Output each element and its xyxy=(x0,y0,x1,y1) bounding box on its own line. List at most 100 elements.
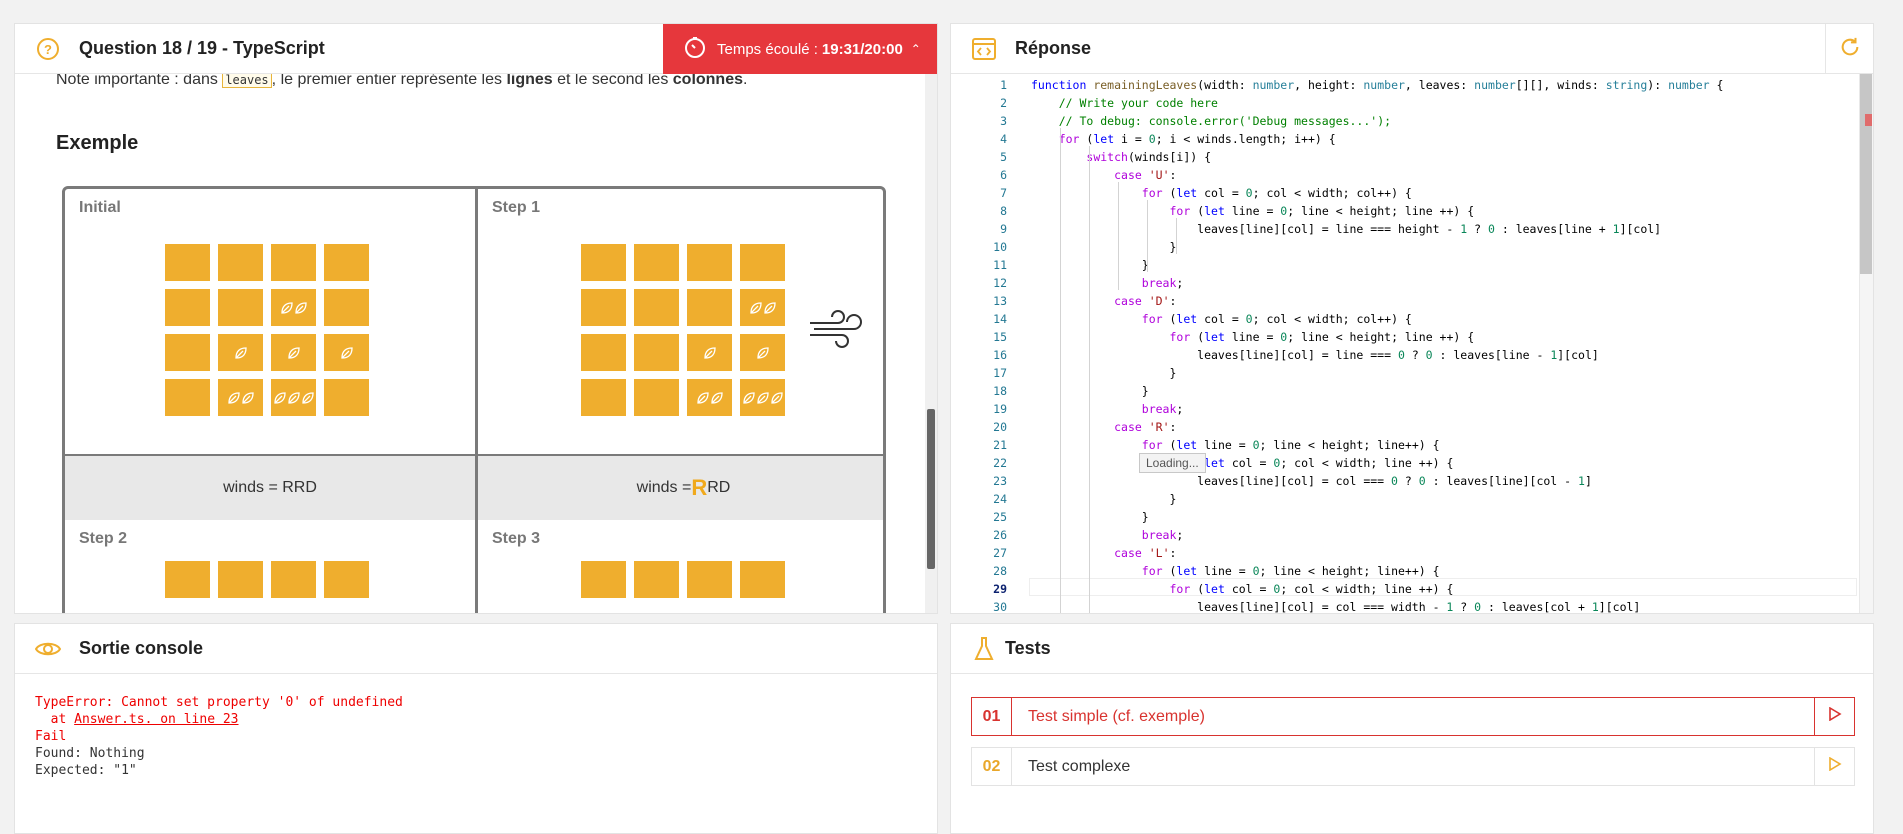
tile-with-leaves xyxy=(324,334,369,371)
play-icon xyxy=(1828,756,1842,776)
cell-initial-label: Initial xyxy=(79,199,121,216)
line-number: 26 xyxy=(993,528,1007,542)
line-content: for (let col = 0; col < width; line ++) … xyxy=(1169,456,1454,470)
leaf-icon xyxy=(763,301,776,314)
line-content: for (let col = 0; col < width; line ++) … xyxy=(1169,582,1454,596)
help-circle-icon: ? xyxy=(35,36,61,62)
leaf-icon xyxy=(227,391,240,404)
test-item-1[interactable]: 01 Test simple (cf. exemple) xyxy=(971,697,1855,736)
leaf-icon xyxy=(287,346,300,359)
question-scrollbar[interactable] xyxy=(925,74,937,613)
test-name: Test simple (cf. exemple) xyxy=(1028,707,1205,725)
line-number: 12 xyxy=(993,276,1007,290)
leaf-icon xyxy=(756,346,769,359)
tile-empty xyxy=(324,379,369,416)
tile-with-leaves xyxy=(271,334,316,371)
tile-empty xyxy=(634,561,679,598)
line-number: 29 xyxy=(993,582,1007,596)
line-number: 14 xyxy=(993,312,1007,326)
console-panel: Sortie console TypeError: Cannot set pro… xyxy=(14,623,938,834)
cell-step1-label: Step 1 xyxy=(492,199,541,216)
code-window-icon xyxy=(971,36,997,62)
example-title: Exemple xyxy=(56,132,139,154)
tile-with-leaves xyxy=(687,379,732,416)
leaf-icon xyxy=(749,301,762,314)
line-number: 19 xyxy=(993,402,1007,416)
line-content: leaves[line][col] = col === 0 ? 0 : leav… xyxy=(1031,474,1592,488)
line-number: 15 xyxy=(993,330,1007,344)
console-error-line: TypeError: Cannot set property '0' of un… xyxy=(35,695,403,710)
tile-empty xyxy=(165,334,210,371)
code-editor[interactable]: Loading... 1 function remainingLeaves(wid… xyxy=(951,74,1873,613)
indent-guide xyxy=(1147,200,1148,272)
question-scroll-thumb[interactable] xyxy=(927,409,935,569)
code-line[interactable]: 3 // To debug: console.error('Debug mess… xyxy=(951,112,1873,130)
tile-with-leaves xyxy=(218,334,263,371)
tile-empty xyxy=(740,561,785,598)
line-content: for (let line = 0; line < height; line +… xyxy=(1169,204,1475,218)
tile-empty xyxy=(687,244,732,281)
line-content: for (let line = 0; line < height; line +… xyxy=(1169,330,1475,344)
tile-empty xyxy=(634,379,679,416)
reset-button[interactable] xyxy=(1825,24,1873,74)
line-number: 21 xyxy=(993,438,1007,452)
line-number: 13 xyxy=(993,294,1007,308)
line-content: for (let i = 0; i < winds.length; i++) { xyxy=(1058,132,1336,146)
tile-with-leaves xyxy=(740,379,785,416)
line-content: break; xyxy=(1141,528,1184,542)
cell-step3-label: Step 3 xyxy=(492,530,541,547)
question-panel: ? Question 18 / 19 - TypeScript Temps éc… xyxy=(14,23,938,614)
code-line[interactable]: 1 function remainingLeaves(width: number,… xyxy=(951,76,1873,94)
tile-empty xyxy=(165,379,210,416)
line-content: case 'D': xyxy=(1114,294,1177,308)
cell-initial: Initial xyxy=(65,189,475,454)
line-content: leaves[line][col] = line === 0 ? 0 : lea… xyxy=(1031,348,1599,362)
console-output: TypeError: Cannot set property '0' of un… xyxy=(35,694,403,779)
indent-guide xyxy=(1089,146,1090,613)
indent-guide xyxy=(1118,182,1119,290)
tile-empty xyxy=(581,379,626,416)
wind-icon xyxy=(808,309,864,354)
play-icon xyxy=(1828,706,1842,726)
tile-empty xyxy=(581,289,626,326)
tile-empty xyxy=(687,289,732,326)
line-content: // To debug: console.error('Debug messag… xyxy=(1058,114,1392,128)
eye-icon xyxy=(35,636,61,662)
timer-value: 19:31/20:00 xyxy=(821,40,903,58)
line-content: } xyxy=(1031,240,1177,254)
line-number: 16 xyxy=(993,348,1007,362)
run-test-button[interactable] xyxy=(1814,698,1854,735)
indent-guide xyxy=(1176,218,1177,254)
line-number: 28 xyxy=(993,564,1007,578)
tile-empty xyxy=(218,561,263,598)
console-title: Sortie console xyxy=(79,638,204,658)
leaf-icon xyxy=(294,301,307,314)
line-content: case 'L': xyxy=(1114,546,1177,560)
error-location-link[interactable]: Answer.ts. on line 23 xyxy=(74,712,238,727)
console-trace-line: at Answer.ts. on line 23 xyxy=(35,712,239,727)
line-content: leaves[line][col] = col === width - 1 ? … xyxy=(1031,600,1641,613)
tile-with-leaves xyxy=(687,334,732,371)
line-number: 3 xyxy=(1000,114,1007,128)
line-content: } xyxy=(1031,492,1177,506)
line-number: 30 xyxy=(993,600,1007,613)
tile-empty xyxy=(324,244,369,281)
cell-step2: Step 2 xyxy=(65,520,475,613)
leaf-icon xyxy=(340,346,353,359)
tile-empty xyxy=(581,561,626,598)
line-number: 25 xyxy=(993,510,1007,524)
tests-title: Tests xyxy=(1005,638,1051,658)
code-line[interactable]: 2 // Write your code here xyxy=(951,94,1873,112)
console-expected-line: Expected: "1" xyxy=(35,763,137,778)
line-number: 18 xyxy=(993,384,1007,398)
timer-toggle[interactable]: Temps écoulé : 19:31/20:00 ⌃ xyxy=(663,24,937,74)
leaf-icon xyxy=(742,391,755,404)
line-number: 7 xyxy=(1000,186,1007,200)
line-number: 4 xyxy=(1000,132,1007,146)
test-item-2[interactable]: 02 Test complexe xyxy=(971,747,1855,786)
tile-empty xyxy=(165,244,210,281)
leaf-icon xyxy=(280,301,293,314)
cell-step2-label: Step 2 xyxy=(79,530,128,547)
run-test-button[interactable] xyxy=(1814,748,1854,785)
line-number: 24 xyxy=(993,492,1007,506)
